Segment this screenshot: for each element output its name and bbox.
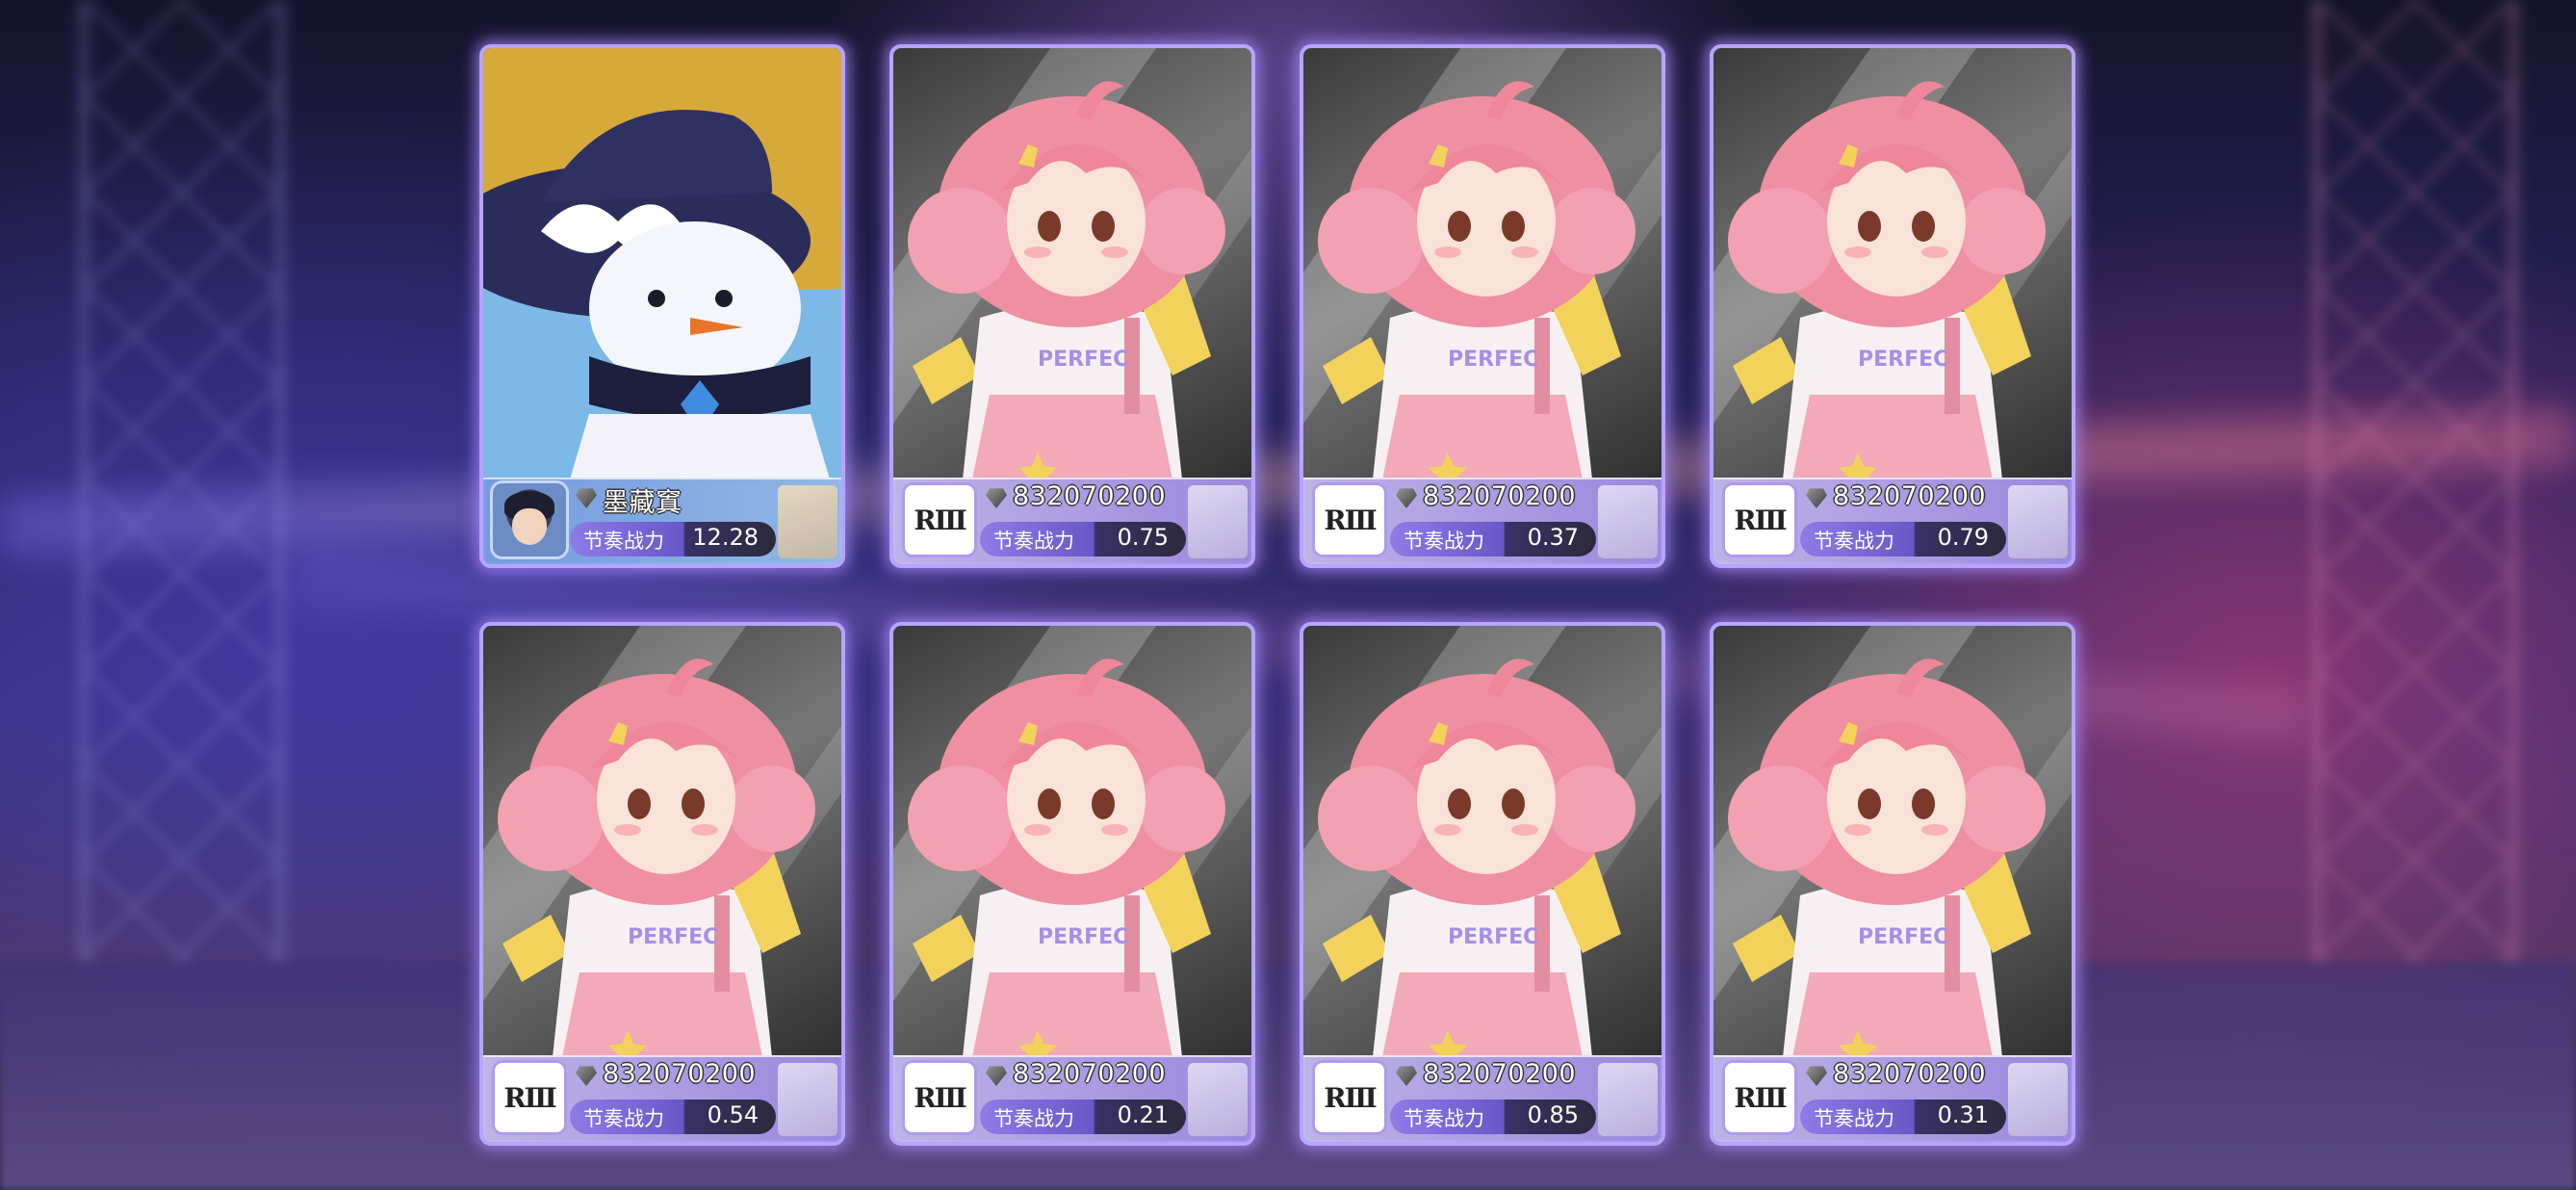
card-info-bar: RⅢ 832070200 节奏战力 0.85: [1303, 1055, 1662, 1142]
player-name: 832070200: [1013, 1059, 1167, 1089]
team-logo: RⅢ: [1725, 1063, 1794, 1132]
character-card[interactable]: PERFEC RⅢ 832070200 节奏战力 0.54: [479, 622, 845, 1146]
character-card[interactable]: PERFEC RⅢ 832070200 节奏战力 0.75: [889, 44, 1255, 568]
rhythm-power-value: 0.31: [1937, 1101, 1989, 1128]
svg-text:PERFEC: PERFEC: [1858, 925, 1948, 949]
player-name: 832070200: [1423, 481, 1577, 511]
stage-background: 墨藏窴 节奏战力 12.28 PERFEC RⅢ 832070200 节奏战力 0.75 PER…: [0, 0, 2576, 1190]
team-logo-text: RⅢ: [1324, 1081, 1377, 1114]
rhythm-power-pill: 节奏战力 0.37: [1390, 522, 1596, 556]
rhythm-power-label: 节奏战力: [993, 1107, 1074, 1130]
rhythm-power-pill: 节奏战力 0.21: [980, 1099, 1186, 1134]
card-info-bar: RⅢ 832070200 节奏战力 0.37: [1303, 478, 1662, 564]
team-logo-text: RⅢ: [914, 504, 966, 536]
svg-text:PERFEC: PERFEC: [628, 925, 718, 949]
player-name: 832070200: [1423, 1059, 1577, 1089]
team-logo-text: RⅢ: [1734, 504, 1787, 536]
rhythm-power-value: 0.85: [1527, 1101, 1579, 1128]
pink-hair-idol-art: PERFEC: [483, 626, 841, 1057]
corner-portrait: [2008, 485, 2068, 558]
rhythm-power-label: 节奏战力: [1404, 530, 1484, 553]
gem-icon: [576, 1066, 597, 1086]
team-logo: RⅢ: [495, 1063, 564, 1132]
team-logo: RⅢ: [905, 485, 974, 555]
team-logo-text: RⅢ: [1324, 504, 1377, 536]
team-logo: RⅢ: [905, 1063, 974, 1132]
witch-snowman-art: [483, 48, 841, 479]
pink-hair-idol-art: PERFEC: [1303, 626, 1662, 1057]
rhythm-power-pill: 节奏战力 0.54: [570, 1099, 776, 1134]
team-logo-text: RⅢ: [503, 1081, 556, 1114]
rhythm-power-label: 节奏战力: [1814, 530, 1894, 553]
corner-portrait: [2008, 1063, 2068, 1136]
team-logo-text: RⅢ: [914, 1081, 966, 1114]
svg-text:PERFEC: PERFEC: [1038, 348, 1128, 372]
svg-text:PERFEC: PERFEC: [1858, 348, 1948, 372]
player-name: 墨藏窴: [603, 488, 683, 518]
card-info-bar: RⅢ 832070200 节奏战力 0.75: [893, 478, 1251, 564]
rhythm-power-pill: 节奏战力 12.28: [570, 522, 776, 556]
rhythm-power-pill: 节奏战力 0.85: [1390, 1099, 1596, 1134]
card-info-bar: RⅢ 832070200 节奏战力 0.21: [893, 1055, 1251, 1142]
gem-icon: [1396, 488, 1417, 508]
rhythm-power-label: 节奏战力: [993, 530, 1074, 553]
card-info-bar: RⅢ 832070200 节奏战力 0.31: [1713, 1055, 2072, 1142]
rhythm-power-value: 0.75: [1117, 524, 1169, 551]
character-card[interactable]: PERFEC RⅢ 832070200 节奏战力 0.21: [889, 622, 1255, 1146]
pink-hair-idol-art: PERFEC: [893, 48, 1251, 479]
gem-icon: [986, 1066, 1007, 1086]
character-card[interactable]: PERFEC RⅢ 832070200 节奏战力 0.31: [1710, 622, 2075, 1146]
pink-hair-idol-art: PERFEC: [1713, 48, 2072, 479]
team-logo-text: RⅢ: [1734, 1081, 1787, 1114]
pink-hair-idol-art: PERFEC: [1303, 48, 1662, 479]
rhythm-power-label: 节奏战力: [583, 1107, 664, 1130]
card-info-bar: 墨藏窴节奏战力 12.28: [483, 478, 841, 564]
stage-truss-right: [2310, 0, 2520, 963]
rhythm-power-label: 节奏战力: [1404, 1107, 1484, 1130]
rhythm-power-pill: 节奏战力 0.79: [1800, 522, 2006, 556]
player-name: 832070200: [1833, 481, 1987, 511]
team-logo: RⅢ: [1725, 485, 1794, 555]
gem-icon: [1806, 488, 1827, 508]
rhythm-power-value: 0.21: [1117, 1101, 1169, 1128]
pink-hair-idol-art: PERFEC: [1713, 626, 2072, 1057]
corner-portrait: [778, 485, 837, 558]
gem-icon: [1396, 1066, 1417, 1086]
corner-portrait: [1188, 485, 1248, 558]
player-name: 832070200: [1013, 481, 1167, 511]
rhythm-power-pill: 节奏战力 0.75: [980, 522, 1186, 556]
corner-portrait: [1188, 1063, 1248, 1136]
rhythm-power-label: 节奏战力: [1814, 1107, 1894, 1130]
team-logo: RⅢ: [1315, 1063, 1384, 1132]
corner-portrait: [1598, 1063, 1658, 1136]
svg-text:PERFEC: PERFEC: [1448, 348, 1538, 372]
player-name: 832070200: [1833, 1059, 1987, 1089]
card-grid: 墨藏窴 节奏战力 12.28 PERFEC RⅢ 832070200 节奏战力 0.75 PER…: [479, 44, 2077, 1146]
character-card[interactable]: PERFEC RⅢ 832070200 节奏战力 0.85: [1300, 622, 1665, 1146]
card-info-bar: RⅢ 832070200 节奏战力 0.54: [483, 1055, 841, 1142]
avatar: [493, 483, 566, 556]
rhythm-power-pill: 节奏战力 0.31: [1800, 1099, 2006, 1134]
rhythm-power-label: 节奏战力: [583, 530, 664, 553]
stage-truss-left: [77, 0, 287, 963]
corner-portrait: [1598, 485, 1658, 558]
player-name: 832070200: [603, 1059, 757, 1089]
svg-text:PERFEC: PERFEC: [1038, 925, 1128, 949]
character-card[interactable]: PERFEC RⅢ 832070200 节奏战力 0.37: [1300, 44, 1665, 568]
character-card[interactable]: PERFEC RⅢ 832070200 节奏战力 0.79: [1710, 44, 2075, 568]
character-card[interactable]: 墨藏窴节奏战力 12.28: [479, 44, 845, 568]
rhythm-power-value: 12.28: [692, 524, 759, 551]
pink-hair-idol-art: PERFEC: [893, 626, 1251, 1057]
gem-icon: [576, 488, 597, 508]
svg-text:PERFEC: PERFEC: [1448, 925, 1538, 949]
gem-icon: [986, 488, 1007, 508]
gem-icon: [1806, 1066, 1827, 1086]
team-logo: RⅢ: [1315, 485, 1384, 555]
corner-portrait: [778, 1063, 837, 1136]
rhythm-power-value: 0.54: [707, 1101, 759, 1128]
rhythm-power-value: 0.79: [1937, 524, 1989, 551]
rhythm-power-value: 0.37: [1527, 524, 1579, 551]
card-info-bar: RⅢ 832070200 节奏战力 0.79: [1713, 478, 2072, 564]
